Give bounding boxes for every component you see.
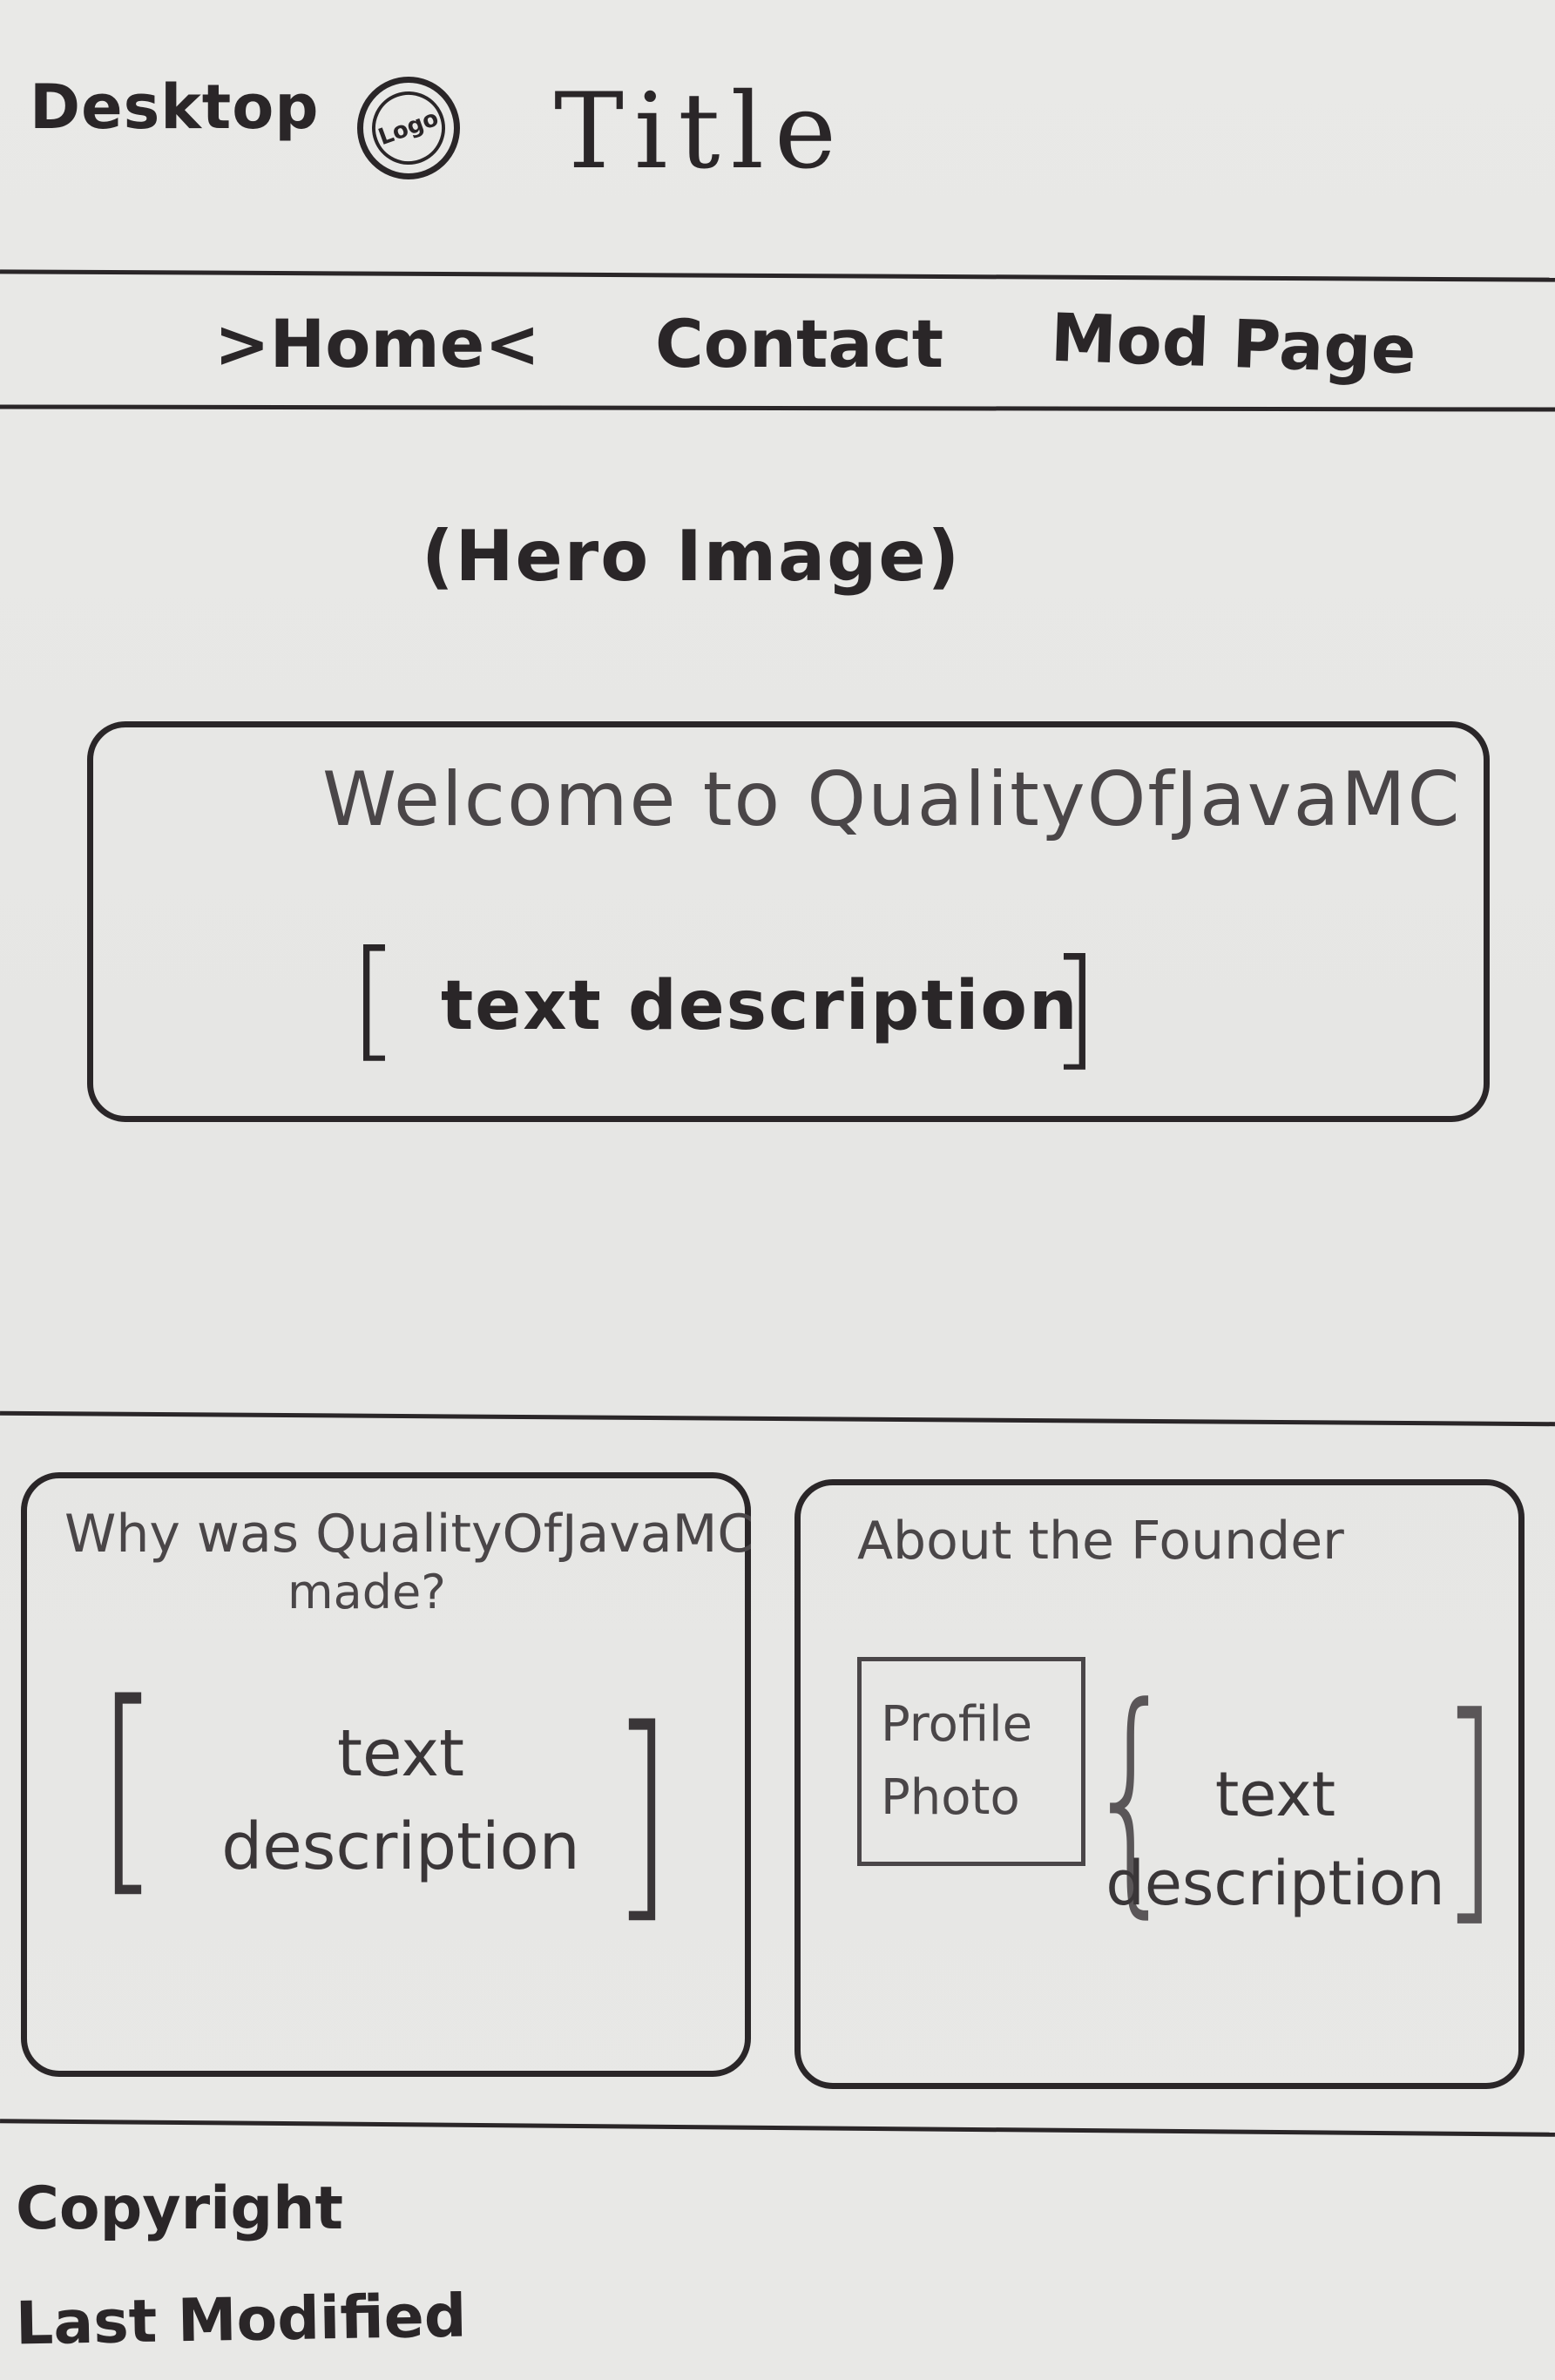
welcome-title: Welcome to QualityOfJavaMC xyxy=(322,756,1462,843)
site-logo[interactable]: Logo xyxy=(357,77,460,179)
footer-last-modified: Last Modified xyxy=(15,2282,468,2359)
card-founder-desc-line1: text xyxy=(1214,1759,1336,1830)
nav-item-contact[interactable]: Contact xyxy=(655,305,943,382)
hero-image-placeholder: (Hero Image) xyxy=(422,516,962,597)
photo-label-line2: Photo xyxy=(881,1769,1020,1826)
card-why-title-line2: made? xyxy=(287,1565,446,1619)
hero-divider xyxy=(0,1410,1555,1427)
card-founder-desc-line2: description xyxy=(1105,1847,1445,1919)
site-title: Title xyxy=(554,71,848,193)
wireframe-sheet: Desktop Logo Title >Home< Contact Mod Pa… xyxy=(0,0,1555,2380)
nav-item-home[interactable]: >Home< xyxy=(214,305,540,382)
card-why-bracket-right: ] xyxy=(611,1681,673,1944)
welcome-desc-bracket-right: ] xyxy=(1049,932,1100,1084)
nav-item-mod-page[interactable]: Mod Page xyxy=(1050,299,1417,389)
footer-divider xyxy=(0,2119,1555,2137)
card-founder-title: About the Founder xyxy=(857,1511,1344,1572)
card-why-bracket-left: [ xyxy=(97,1655,159,1918)
device-label: Desktop xyxy=(30,71,320,143)
card-why-desc-line2: description xyxy=(221,1809,580,1885)
card-why-description: text description xyxy=(200,1707,601,1895)
card-why-desc-line1: text xyxy=(336,1716,465,1791)
welcome-desc-bracket-left: [ xyxy=(348,923,400,1075)
card-why-title: Why was QualityOfJavaMC xyxy=(64,1504,754,1565)
nav-divider xyxy=(0,404,1555,412)
welcome-description: text description xyxy=(441,967,1079,1045)
header-divider xyxy=(0,269,1555,282)
card-founder-description: text description xyxy=(1092,1751,1458,1928)
photo-label-line1: Profile xyxy=(881,1696,1033,1753)
logo-text: Logo xyxy=(362,81,456,175)
card-founder-bracket-right: ] xyxy=(1440,1666,1498,1950)
profile-photo-placeholder: Profile Photo xyxy=(857,1657,1085,1866)
footer-copyright: Copyright xyxy=(16,2174,344,2243)
